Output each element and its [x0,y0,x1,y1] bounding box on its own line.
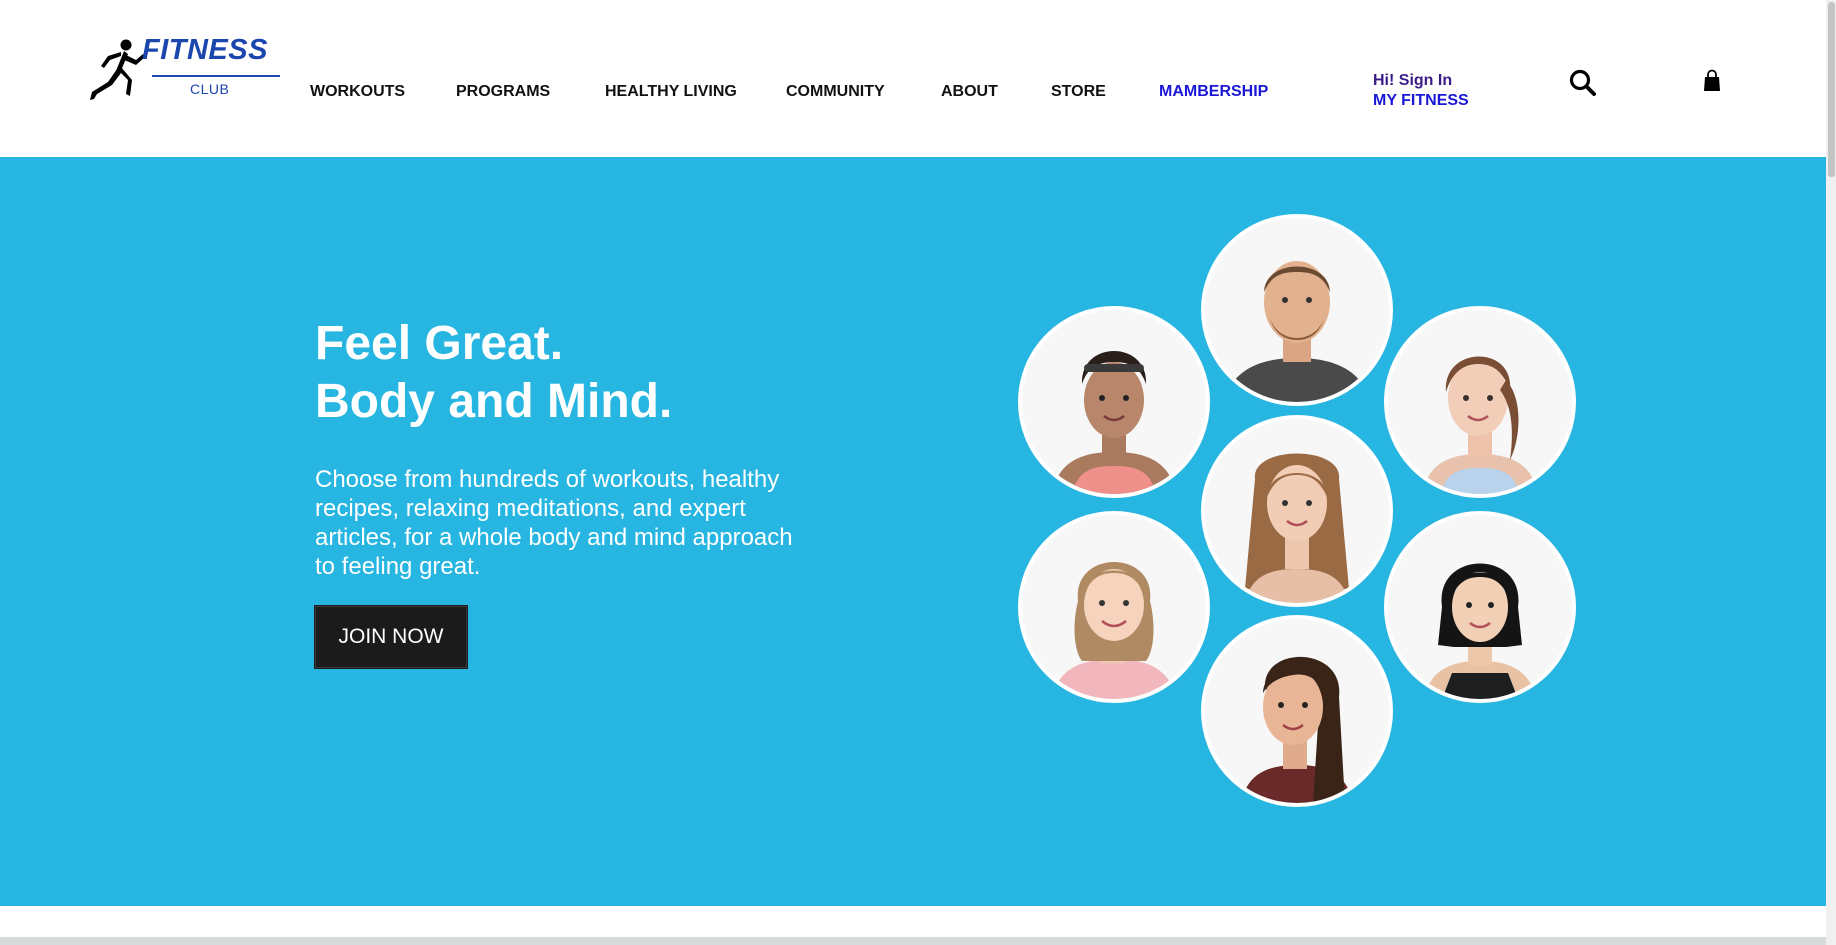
hero-description: Choose from hundreds of workouts, health… [315,466,793,580]
instructor-photo-woman-headband [1018,306,1210,498]
hero-section: Feel Great. Body and Mind. Choose from h… [0,157,1826,906]
nav-about[interactable]: ABOUT [941,84,998,100]
nav-membership[interactable]: MAMBERSHIP [1159,84,1268,100]
join-now-button[interactable]: JOIN NOW [315,606,467,668]
cart-button[interactable] [1702,69,1722,93]
search-icon [1569,69,1596,96]
instructor-photo-woman-long-hair [1201,415,1393,607]
hero-title: Feel Great. Body and Mind. [315,315,672,431]
nav-community[interactable]: COMMUNITY [786,84,885,100]
search-button[interactable] [1568,68,1598,98]
my-fitness-label: MY FITNESS [1373,92,1469,109]
logo-divider [152,75,280,77]
instructor-photo-woman-pink-top [1018,511,1210,703]
shopping-bag-icon [1704,69,1720,91]
section-divider [0,937,1826,945]
nav-programs[interactable]: PROGRAMS [456,84,550,100]
nav-healthy-living[interactable]: HEALTHY LIVING [605,84,737,100]
instructor-photo-woman-bob [1384,511,1576,703]
hero-title-line-1: Feel Great. [315,317,564,370]
runner-icon [90,39,144,100]
logo-subtitle: CLUB [190,81,230,97]
scrollbar-thumb[interactable] [1828,2,1835,177]
sign-in-label: Hi! Sign In [1373,72,1453,89]
nav-store[interactable]: STORE [1051,84,1106,100]
site-header: FITNESS CLUB WORKOUTS PROGRAMS HEALTHY L… [0,0,1826,157]
sign-in-link[interactable]: Hi! Sign In MY FITNESS [1373,71,1469,111]
hero-title-line-2: Body and Mind. [315,375,673,428]
instructor-photo-woman-side-hair [1201,615,1393,807]
fitness-club-logo[interactable]: FITNESS CLUB [88,36,288,106]
logo-wordmark: FITNESS [142,34,268,66]
nav-workouts[interactable]: WORKOUTS [310,84,405,100]
instructor-photo-woman-ponytail [1384,306,1576,498]
instructor-photo-man-beard [1201,214,1393,406]
